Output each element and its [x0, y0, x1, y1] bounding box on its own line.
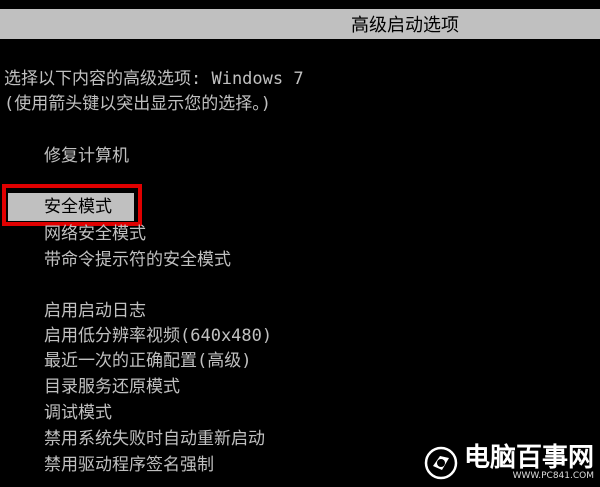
menu-item-safe-mode-network[interactable]: 网络安全模式: [44, 223, 146, 245]
menu-item-last-known-good[interactable]: 最近一次的正确配置(高级): [44, 350, 251, 372]
intro-line-2: (使用箭头键以突出显示您的选择。): [4, 94, 271, 114]
page-title: 高级启动选项: [351, 15, 459, 36]
watermark: 电脑百事网 WWW.PC841.COM: [424, 445, 594, 481]
intro-line-1: 选择以下内容的高级选项: Windows 7: [4, 69, 304, 89]
watermark-logo-icon: [424, 446, 458, 480]
title-bar: 高级启动选项: [0, 9, 600, 39]
menu-item-disable-auto-restart[interactable]: 禁用系统失败时自动重新启动: [44, 428, 265, 450]
menu-item-safe-mode-cmd[interactable]: 带命令提示符的安全模式: [44, 249, 231, 271]
menu-item-disable-driver-sig[interactable]: 禁用驱动程序签名强制: [44, 454, 214, 476]
menu-item-low-res-video[interactable]: 启用低分辨率视频(640x480): [44, 325, 272, 347]
watermark-name: 电脑百事网: [463, 443, 594, 473]
menu-item-boot-logging[interactable]: 启用启动日志: [44, 300, 146, 322]
highlight-box: [2, 184, 142, 226]
menu-item-ds-restore[interactable]: 目录服务还原模式: [44, 376, 180, 398]
menu-item-repair[interactable]: 修复计算机: [44, 145, 129, 167]
menu-item-debug[interactable]: 调试模式: [44, 402, 112, 424]
